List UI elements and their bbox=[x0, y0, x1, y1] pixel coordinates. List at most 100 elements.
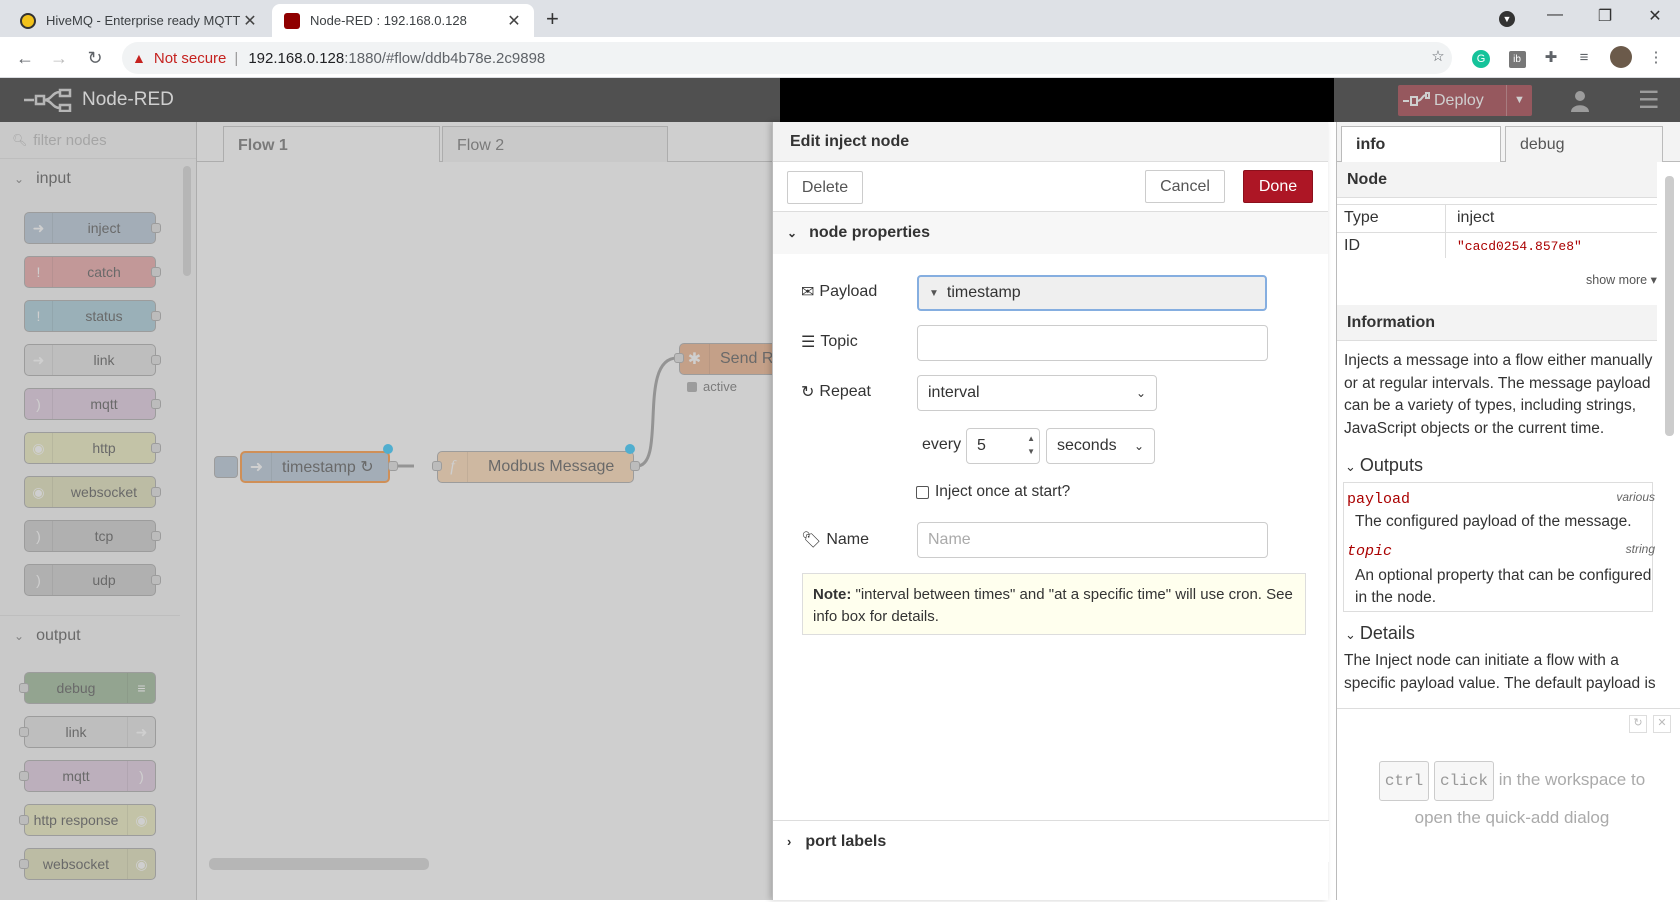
restore-icon[interactable]: ❐ bbox=[1585, 6, 1625, 30]
palette-node-tcp[interactable]: ) tcp bbox=[24, 520, 161, 552]
done-button[interactable]: Done bbox=[1243, 170, 1313, 203]
url-field[interactable]: ▲ Not secure | 192.168.0.128 :1880/#flow… bbox=[122, 42, 1452, 74]
tab-search-icon[interactable]: ▼ bbox=[1487, 9, 1527, 33]
category-label: output bbox=[36, 626, 81, 644]
palette-category-output[interactable]: ⌄ output bbox=[0, 615, 180, 655]
topic-input[interactable] bbox=[917, 325, 1268, 361]
flow-workspace[interactable]: Flow 1 Flow 2 ➜ timestamp ↻ f Modbus Mes… bbox=[197, 122, 779, 900]
changed-indicator bbox=[625, 444, 635, 454]
inject-once-row[interactable]: Inject once at start? bbox=[916, 483, 1070, 501]
close-tip-icon[interactable]: ✕ bbox=[1653, 715, 1671, 733]
stepper-arrows-icon[interactable]: ▲ ▼ bbox=[1027, 432, 1035, 458]
workspace-hscroll[interactable] bbox=[209, 858, 429, 870]
inject-once-checkbox[interactable] bbox=[916, 485, 929, 499]
extension-ib-icon[interactable]: ib bbox=[1505, 46, 1529, 70]
outputs-label[interactable]: ⌄ Outputs bbox=[1345, 455, 1423, 476]
forward-icon[interactable]: → bbox=[46, 45, 72, 71]
minimize-icon[interactable]: — bbox=[1535, 6, 1575, 30]
info-sidebar: info debug Node Type inject ID "cacd0254… bbox=[1336, 122, 1680, 900]
flow-node-inject[interactable]: ➜ timestamp ↻ bbox=[240, 451, 390, 483]
interval-units-select[interactable]: seconds ⌄ bbox=[1046, 428, 1155, 464]
show-more-link[interactable]: show more ▾ bbox=[1586, 272, 1657, 287]
browser-tab-node-red[interactable]: Node-RED : 192.168.0.128 ✕ bbox=[272, 4, 534, 37]
delete-button[interactable]: Delete bbox=[787, 171, 863, 204]
tab-title: HiveMQ - Enterprise ready MQTT bbox=[46, 13, 241, 28]
interval-stepper[interactable]: 5 ▲ ▼ bbox=[966, 428, 1040, 464]
http-response-icon: ◉ bbox=[127, 805, 155, 835]
palette-input-nodes: ➜ inject ! catch ! status ➜ link ) mqtt ◉ http… bbox=[0, 202, 180, 622]
chevron-down-icon: ⌄ bbox=[1345, 627, 1356, 642]
palette-node-http[interactable]: ◉ http bbox=[24, 432, 161, 464]
sidebar-scrollbar[interactable] bbox=[1662, 164, 1676, 694]
port-labels-section[interactable]: › port labels bbox=[773, 820, 1329, 862]
tag-icon: 🏷︎ bbox=[801, 532, 822, 549]
flow-node-send[interactable]: ✱ Send R bbox=[679, 343, 779, 375]
node-label: timestamp ↻ bbox=[282, 459, 374, 476]
close-window-icon[interactable]: ✕ bbox=[1635, 6, 1675, 30]
reading-list-icon[interactable]: ≡ bbox=[1572, 46, 1596, 70]
refresh-tip-icon[interactable]: ↻ bbox=[1629, 715, 1647, 733]
url-separator: | bbox=[234, 49, 239, 67]
node-red-logo-icon bbox=[24, 88, 72, 112]
close-tab-icon[interactable]: ✕ bbox=[506, 11, 522, 31]
browser-tab-bar: HiveMQ - Enterprise ready MQTT ✕ Node-RE… bbox=[0, 0, 1680, 37]
tab-info[interactable]: info bbox=[1341, 126, 1501, 162]
tab-debug[interactable]: debug bbox=[1505, 126, 1663, 162]
browser-tab-hivemq[interactable]: HiveMQ - Enterprise ready MQTT ✕ bbox=[8, 4, 270, 37]
profile-avatar[interactable] bbox=[1609, 46, 1633, 70]
browser-menu-icon[interactable]: ⋮ bbox=[1644, 46, 1668, 70]
palette-filter[interactable]: 🔍︎ filter nodes bbox=[0, 122, 196, 159]
input-port[interactable] bbox=[432, 461, 442, 471]
palette-node-catch[interactable]: ! catch bbox=[24, 256, 161, 288]
node-red-logo: Node-RED bbox=[22, 88, 174, 112]
caret-down-icon: ▼ bbox=[929, 287, 939, 299]
node-label: mqtt bbox=[62, 768, 90, 784]
palette-category-input[interactable]: ⌄ input bbox=[0, 159, 196, 199]
inject-icon: ➜ bbox=[242, 452, 272, 482]
details-label[interactable]: ⌄ Details bbox=[1345, 623, 1415, 644]
node-properties-section[interactable]: ⌄ node properties bbox=[773, 212, 1328, 254]
http-icon: ◉ bbox=[25, 433, 53, 463]
palette-output-nodes: debug ≡ link ➜ mqtt) http response ◉ websoc… bbox=[0, 662, 180, 902]
flow-node-function[interactable]: f Modbus Message bbox=[437, 451, 634, 483]
palette-node-websocket[interactable]: ◉ websocket bbox=[24, 476, 161, 508]
palette-node-link-out[interactable]: link ➜ bbox=[19, 716, 156, 748]
palette-node-mqtt[interactable]: ) mqtt bbox=[24, 388, 161, 420]
grammarly-icon[interactable]: G bbox=[1469, 46, 1493, 70]
repeat-select[interactable]: interval ⌄ bbox=[917, 375, 1157, 411]
reload-icon[interactable]: ↻ bbox=[82, 45, 108, 71]
info-text: Injects a message into a flow either man… bbox=[1344, 352, 1653, 437]
output-payload: payload various The configured payload o… bbox=[1347, 490, 1655, 530]
cancel-button[interactable]: Cancel bbox=[1145, 170, 1225, 203]
chevron-down-icon: ⌄ bbox=[14, 172, 25, 186]
inject-button[interactable] bbox=[214, 456, 238, 478]
node-info-table: Type inject ID "cacd0254.857e8" bbox=[1337, 204, 1661, 258]
palette-node-udp[interactable]: ) udp bbox=[24, 564, 161, 596]
section-label: node properties bbox=[809, 224, 930, 241]
palette-node-inject[interactable]: ➜ inject bbox=[24, 212, 161, 244]
link-icon: ➜ bbox=[25, 345, 53, 375]
extensions-puzzle-icon[interactable]: ✚ bbox=[1539, 46, 1563, 70]
palette-node-debug[interactable]: debug ≡ bbox=[19, 672, 156, 704]
close-tab-icon[interactable]: ✕ bbox=[242, 11, 258, 31]
palette-node-websocket-out[interactable]: websocket ◉ bbox=[19, 848, 156, 880]
palette-node-status[interactable]: ! status bbox=[24, 300, 161, 332]
information-header: Information bbox=[1337, 305, 1657, 341]
palette-node-mqtt-out[interactable]: mqtt) bbox=[19, 760, 156, 792]
input-port[interactable] bbox=[674, 353, 684, 363]
name-input[interactable]: Name bbox=[917, 522, 1268, 558]
function-icon: f bbox=[438, 452, 468, 482]
new-tab-button[interactable]: + bbox=[546, 6, 559, 32]
output-port[interactable] bbox=[630, 461, 640, 471]
url-host: 192.168.0.128 bbox=[248, 49, 345, 67]
node-label: status bbox=[85, 308, 123, 324]
palette-node-http-response[interactable]: http response ◉ bbox=[19, 804, 156, 836]
payload-type-input[interactable]: ▼ timestamp bbox=[917, 275, 1267, 311]
search-icon: 🔍︎ bbox=[12, 133, 28, 147]
help-tip: ↻ ✕ ctrl click in the workspace to open … bbox=[1337, 708, 1680, 900]
output-port[interactable] bbox=[388, 461, 398, 471]
back-icon[interactable]: ← bbox=[12, 45, 38, 71]
bookmark-star-icon[interactable]: ☆ bbox=[1426, 45, 1450, 69]
palette-scrollbar[interactable] bbox=[181, 166, 193, 866]
palette-node-link[interactable]: ➜ link bbox=[24, 344, 161, 376]
